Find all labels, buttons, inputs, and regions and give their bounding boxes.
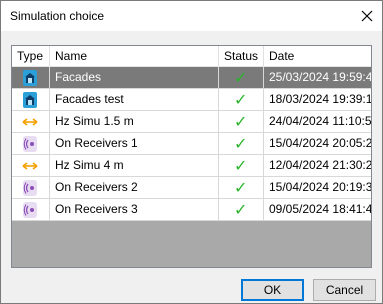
check-icon: ✓ xyxy=(234,112,248,131)
name-cell: On Receivers 1 xyxy=(50,133,219,155)
table-row[interactable]: Hz Simu 4 m ✓ 12/04/2024 21:30:20 xyxy=(12,155,371,177)
date-cell: 09/05/2024 18:41:42 xyxy=(264,199,371,221)
column-header-date[interactable]: Date xyxy=(264,46,371,66)
close-icon xyxy=(361,10,373,22)
title-bar: Simulation choice xyxy=(1,1,382,31)
type-cell xyxy=(12,155,50,177)
type-cell xyxy=(12,67,50,89)
double-arrow-icon xyxy=(21,114,39,130)
status-cell: ✓ xyxy=(219,67,264,89)
list-header: Type Name Status Date xyxy=(12,46,371,67)
check-icon: ✓ xyxy=(234,90,248,109)
status-cell: ✓ xyxy=(219,111,264,133)
table-row[interactable]: On Receivers 3 ✓ 09/05/2024 18:41:42 xyxy=(12,199,371,221)
table-row[interactable]: On Receivers 2 ✓ 15/04/2024 20:19:33 xyxy=(12,177,371,199)
status-cell: ✓ xyxy=(219,89,264,111)
type-cell xyxy=(12,89,50,111)
building-icon xyxy=(21,70,39,86)
date-cell: 12/04/2024 21:30:20 xyxy=(264,155,371,177)
status-cell: ✓ xyxy=(219,177,264,199)
receiver-icon xyxy=(21,136,39,152)
type-cell xyxy=(12,199,50,221)
check-icon: ✓ xyxy=(234,68,248,87)
check-icon: ✓ xyxy=(234,200,248,219)
cancel-button[interactable]: Cancel xyxy=(313,279,376,301)
column-header-type[interactable]: Type xyxy=(12,46,50,66)
column-header-status[interactable]: Status xyxy=(219,46,264,66)
simulation-choice-dialog: Simulation choice Type Name Status Date … xyxy=(0,0,383,304)
check-icon: ✓ xyxy=(234,156,248,175)
dialog-title: Simulation choice xyxy=(10,9,105,23)
date-cell: 15/04/2024 20:05:20 xyxy=(264,133,371,155)
name-cell: Facades xyxy=(50,67,219,89)
type-cell xyxy=(12,111,50,133)
date-cell: 24/04/2024 11:10:56 xyxy=(264,111,371,133)
check-icon: ✓ xyxy=(234,178,248,197)
status-cell: ✓ xyxy=(219,133,264,155)
date-cell: 18/03/2024 19:39:17 xyxy=(264,89,371,111)
name-cell: On Receivers 3 xyxy=(50,199,219,221)
name-cell: On Receivers 2 xyxy=(50,177,219,199)
name-cell: Facades test xyxy=(50,89,219,111)
type-cell xyxy=(12,133,50,155)
name-cell: Hz Simu 4 m xyxy=(50,155,219,177)
close-button[interactable] xyxy=(352,1,382,31)
type-cell xyxy=(12,177,50,199)
receiver-icon xyxy=(21,180,39,196)
ok-button[interactable]: OK xyxy=(241,279,304,301)
table-row[interactable]: On Receivers 1 ✓ 15/04/2024 20:05:20 xyxy=(12,133,371,155)
table-row[interactable]: Facades test ✓ 18/03/2024 19:39:17 xyxy=(12,89,371,111)
status-cell: ✓ xyxy=(219,199,264,221)
status-cell: ✓ xyxy=(219,155,264,177)
table-row[interactable]: Hz Simu 1.5 m ✓ 24/04/2024 11:10:56 xyxy=(12,111,371,133)
simulation-list[interactable]: Type Name Status Date Facades ✓ 25/03/2024… xyxy=(11,45,372,268)
check-icon: ✓ xyxy=(234,134,248,153)
column-header-name[interactable]: Name xyxy=(50,46,219,66)
building-icon xyxy=(21,92,39,108)
double-arrow-icon xyxy=(21,158,39,174)
receiver-icon xyxy=(21,202,39,218)
date-cell: 15/04/2024 20:19:33 xyxy=(264,177,371,199)
date-cell: 25/03/2024 19:59:47 xyxy=(264,67,371,89)
name-cell: Hz Simu 1.5 m xyxy=(50,111,219,133)
table-row[interactable]: Facades ✓ 25/03/2024 19:59:47 xyxy=(12,67,371,89)
